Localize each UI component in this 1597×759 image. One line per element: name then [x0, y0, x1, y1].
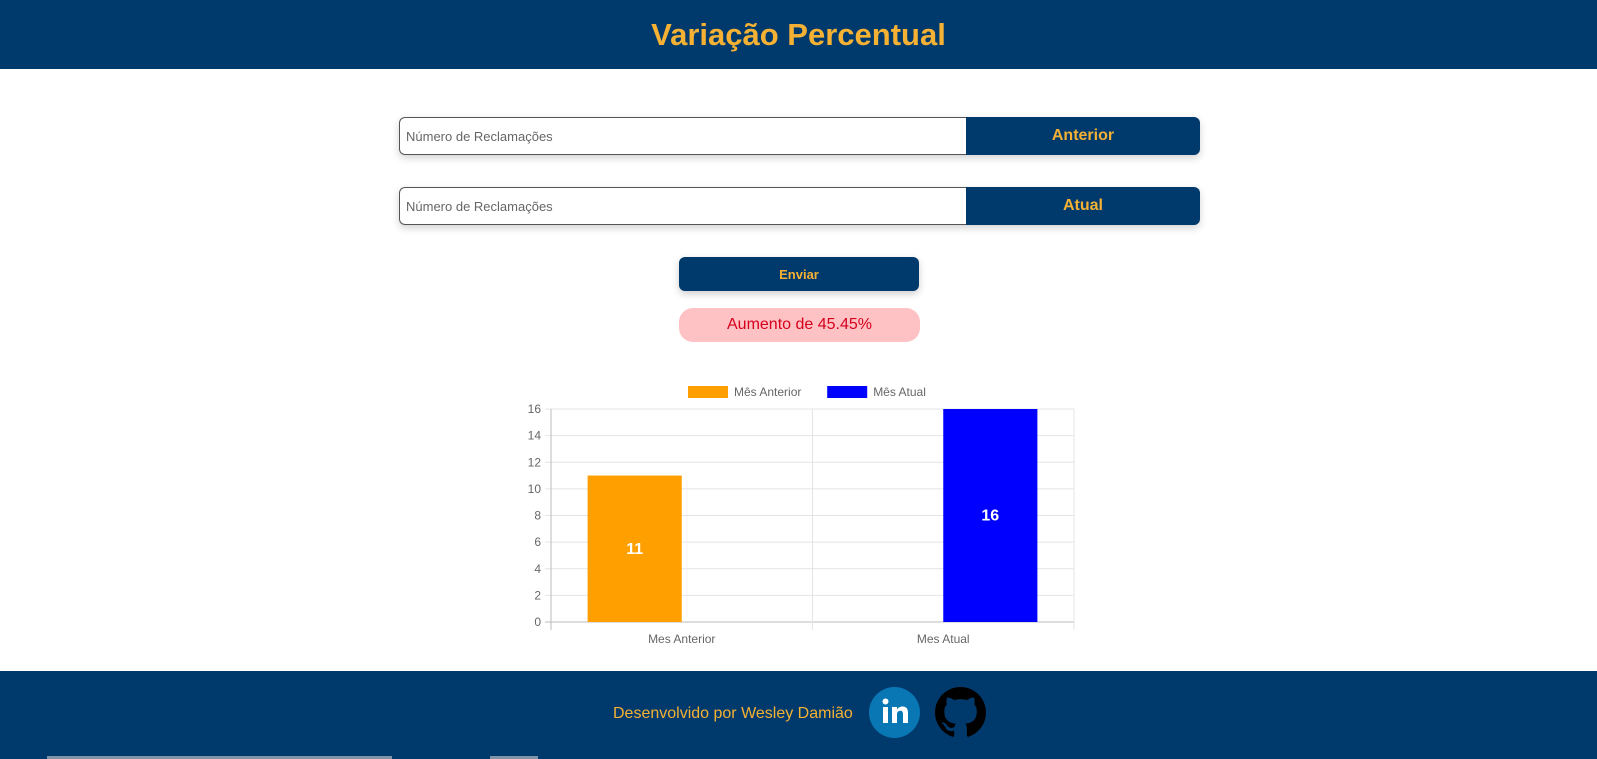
- legend-label: Mês Anterior: [734, 385, 801, 399]
- y-tick-label: 16: [528, 402, 542, 416]
- legend-swatch: [688, 386, 728, 398]
- x-tick-label: Mes Anterior: [648, 632, 715, 646]
- y-tick-label: 2: [534, 588, 541, 602]
- current-input-group: Atual: [399, 187, 1200, 225]
- complaints-bar-chart: Mês Anterior Mês Atual 0 2 4 6 8 10 12 14 16 11 16 Me…: [528, 385, 1075, 646]
- data-label: 16: [981, 508, 999, 525]
- page-title: Variação Percentual: [651, 17, 946, 52]
- current-label: Atual: [966, 187, 1200, 225]
- y-tick-label: 8: [534, 509, 541, 523]
- result-badge: Aumento de 45.45%: [679, 308, 920, 342]
- x-tick-label: Mes Atual: [917, 632, 970, 646]
- submit-button[interactable]: Enviar: [679, 257, 919, 291]
- y-tick-label: 10: [528, 482, 542, 496]
- linkedin-link[interactable]: [869, 687, 920, 738]
- github-link[interactable]: [935, 687, 986, 738]
- y-tick-label: 14: [528, 429, 542, 443]
- developer-credit: Desenvolvido por Wesley Damião: [613, 705, 853, 722]
- y-tick-label: 12: [528, 455, 542, 469]
- page-footer: Desenvolvido por Wesley Damião: [0, 671, 1597, 759]
- legend-label: Mês Atual: [873, 385, 926, 399]
- page-header: Variação Percentual: [0, 0, 1597, 69]
- previous-input-group: Anterior: [399, 117, 1200, 155]
- y-tick-label: 0: [534, 615, 541, 629]
- current-complaints-input[interactable]: [399, 187, 966, 225]
- legend-swatch: [827, 386, 868, 398]
- previous-label: Anterior: [966, 117, 1200, 155]
- github-icon: [935, 687, 986, 737]
- data-label: 11: [626, 541, 643, 558]
- linkedin-icon: [882, 698, 908, 723]
- y-tick-label: 4: [534, 562, 541, 576]
- previous-complaints-input[interactable]: [399, 117, 966, 155]
- y-tick-label: 6: [534, 535, 541, 549]
